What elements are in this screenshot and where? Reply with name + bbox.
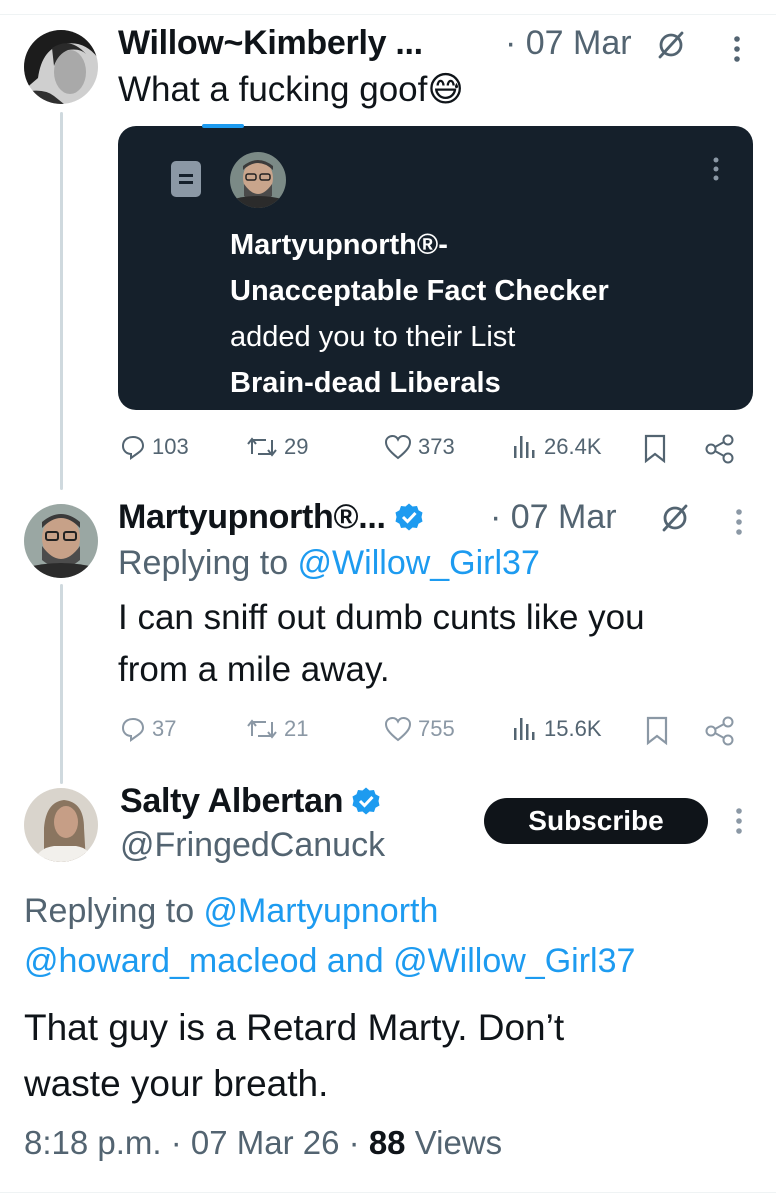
tweet-text: That guy is a Retard Marty. Don’t <box>24 1007 565 1048</box>
display-name[interactable]: Willow~Kimberly ... <box>118 24 423 63</box>
bottom-divider <box>0 1192 776 1193</box>
mention-link[interactable]: @howard_macleod <box>24 942 317 980</box>
list-icon <box>171 161 201 197</box>
reply-count: 103 <box>152 434 189 459</box>
tweet-text: from a mile away. <box>118 650 390 689</box>
retweet-button[interactable]: 29 <box>246 434 308 460</box>
views-button[interactable]: 15.6K <box>512 716 602 742</box>
card-avatar[interactable] <box>230 152 286 208</box>
heart-icon <box>384 434 412 460</box>
views-count: 26.4K <box>544 434 602 459</box>
views-button[interactable]: 26.4K <box>512 434 602 460</box>
mention-link[interactable]: @Willow_Girl37 <box>393 942 635 980</box>
tweet-text: What a fucking goof😅 <box>118 70 464 109</box>
tweet-timestamp[interactable]: 8:18 p.m. · 07 Mar 26 · 88 Views <box>24 1124 502 1162</box>
tweet-text: I can sniff out dumb cunts like you <box>118 598 645 637</box>
more-options-icon[interactable] <box>731 34 743 64</box>
display-name[interactable]: Salty Albertan <box>120 782 381 821</box>
analytics-icon <box>514 436 535 458</box>
subscribe-button[interactable]: Subscribe <box>484 798 708 844</box>
more-options-icon[interactable] <box>733 507 745 537</box>
bookmark-icon[interactable] <box>645 716 669 746</box>
reply-icon <box>121 435 145 460</box>
retweet-count: 21 <box>284 716 309 741</box>
retweet-count: 29 <box>284 434 309 459</box>
share-icon[interactable] <box>704 716 736 746</box>
views-count: 88 <box>368 1124 406 1161</box>
emoji: 😅 <box>427 70 464 109</box>
display-name[interactable]: Martyupnorth®... <box>118 498 424 537</box>
card-subtitle: added you to their List <box>230 321 516 353</box>
retweet-icon <box>247 719 277 739</box>
mention-link[interactable]: @Martyupnorth <box>204 892 439 930</box>
replying-to: Replying to @Willow_Girl37 <box>118 544 540 582</box>
bookmark-icon[interactable] <box>643 434 667 464</box>
retweet-button[interactable]: 21 <box>246 716 308 742</box>
card-more-icon[interactable] <box>712 156 720 182</box>
card-title-line1: Martyupnorth®- <box>230 229 448 261</box>
retweet-icon <box>247 437 277 457</box>
analytics-icon <box>514 718 535 740</box>
avatar[interactable] <box>24 30 98 104</box>
card-indicator <box>202 124 244 128</box>
card-title-line2: Unacceptable Fact Checker <box>230 275 609 307</box>
verified-badge-icon <box>352 787 380 815</box>
reply-icon <box>121 717 145 742</box>
thread-line <box>60 584 63 784</box>
reply-button[interactable]: 37 <box>120 716 176 742</box>
like-count: 755 <box>418 716 455 741</box>
replying-to-line2: @howard_macleod and @Willow_Girl37 <box>24 942 636 980</box>
replying-to: Replying to @Martyupnorth <box>24 892 439 930</box>
reply-count: 37 <box>152 716 177 741</box>
avatar[interactable] <box>24 504 98 578</box>
grok-icon[interactable] <box>660 503 690 533</box>
thread-line <box>60 112 63 490</box>
tweet-date[interactable]: · 07 Mar <box>505 24 632 63</box>
grok-icon[interactable] <box>656 30 686 60</box>
tweet-text: waste your breath. <box>24 1063 329 1104</box>
user-handle[interactable]: @FringedCanuck <box>120 826 385 865</box>
reply-button[interactable]: 103 <box>120 434 189 460</box>
share-icon[interactable] <box>704 434 736 464</box>
verified-badge-icon <box>395 503 423 531</box>
more-options-icon[interactable] <box>733 806 745 836</box>
like-button[interactable]: 373 <box>384 434 455 460</box>
like-button[interactable]: 755 <box>384 716 455 742</box>
tweet-date[interactable]: · 07 Mar <box>490 498 617 537</box>
mention-link[interactable]: @Willow_Girl37 <box>298 544 540 582</box>
avatar[interactable] <box>24 788 98 862</box>
heart-icon <box>384 716 412 742</box>
top-divider <box>0 14 776 15</box>
card-list-name: Brain-dead Liberals <box>230 367 501 399</box>
views-count: 15.6K <box>544 716 602 741</box>
like-count: 373 <box>418 434 455 459</box>
quoted-card[interactable]: Martyupnorth®- Unacceptable Fact Checker… <box>118 124 753 410</box>
